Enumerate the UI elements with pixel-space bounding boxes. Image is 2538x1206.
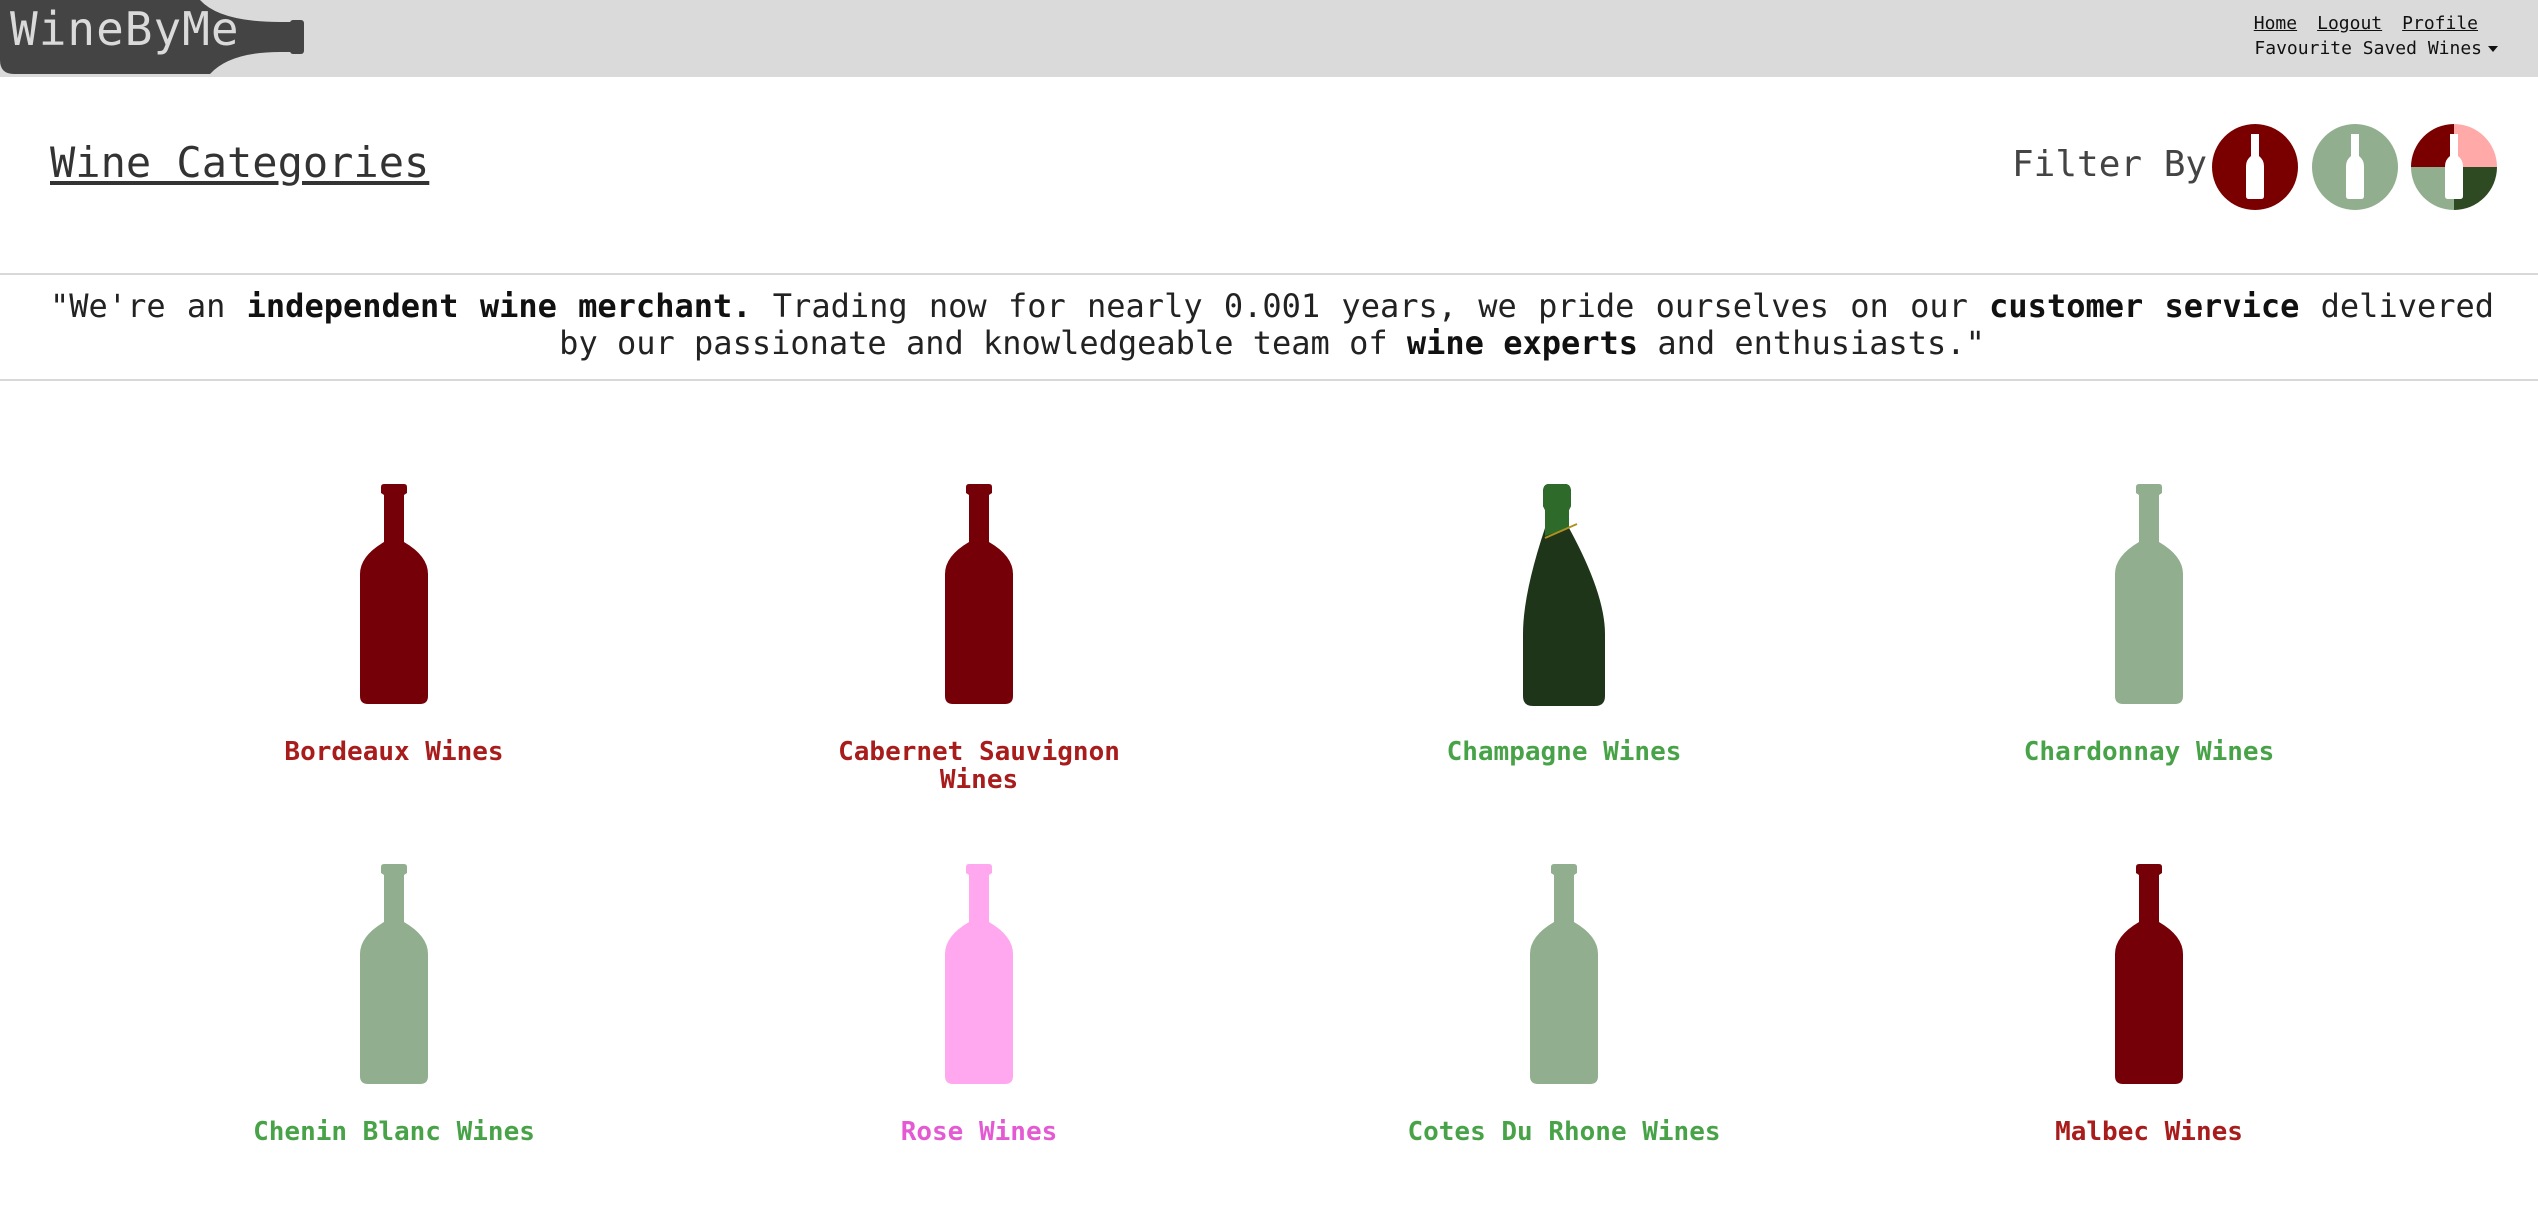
favourites-dropdown-label: Favourite Saved Wines <box>2254 38 2482 59</box>
red-wine-bottle-icon <box>360 484 428 704</box>
category-champagne-wines[interactable]: Champagne Wines <box>1394 484 1734 766</box>
white-wine-bottle-icon <box>2115 484 2183 704</box>
category-chardonnay-wines[interactable]: Chardonnay Wines <box>1979 484 2319 766</box>
white-wine-bottle-icon <box>2346 134 2364 199</box>
quote-text-2: Trading now for nearly 0.001 years, we p… <box>751 287 1990 325</box>
nav-links: Home Logout Profile <box>2254 13 2478 34</box>
category-malbec-wines[interactable]: Malbec Wines <box>1979 864 2319 1146</box>
quote-text-4: and enthusiasts." <box>1638 324 1985 362</box>
category-rose-wines[interactable]: Rose Wines <box>809 864 1149 1146</box>
page-title: Wine Categories <box>50 138 430 187</box>
white-wine-bottle-icon <box>1530 864 1598 1084</box>
logo-text: WineByMe <box>10 2 240 56</box>
category-label: Chenin Blanc Wines <box>253 1117 535 1147</box>
red-wine-bottle-icon <box>2115 864 2183 1084</box>
red-wine-bottle-icon <box>2246 134 2264 199</box>
quote-text-1: "We're an <box>50 287 247 325</box>
category-bordeaux-wines[interactable]: Bordeaux Wines <box>224 484 564 766</box>
rose-wine-bottle-icon <box>945 864 1013 1084</box>
filter-label: Filter By. <box>2012 144 2229 185</box>
quote-bold-3: wine experts <box>1406 324 1639 362</box>
category-cabernet-sauvignon-wines[interactable]: Cabernet Sauvignon Wines <box>809 484 1149 794</box>
red-wine-bottle-icon <box>945 484 1013 704</box>
chevron-down-icon <box>2488 46 2498 52</box>
filter-red-button[interactable] <box>2212 124 2298 210</box>
logo[interactable]: WineByMe <box>0 0 310 77</box>
category-cotes-du-rhone-wines[interactable]: Cotes Du Rhone Wines <box>1394 864 1734 1146</box>
favourites-dropdown[interactable]: Favourite Saved Wines <box>2254 38 2498 59</box>
nav-home-link[interactable]: Home <box>2254 13 2297 34</box>
filter-all-button[interactable] <box>2411 124 2497 210</box>
category-label: Cabernet Sauvignon Wines <box>838 737 1120 795</box>
merchant-quote: "We're an independent wine merchant. Tra… <box>50 288 2494 362</box>
divider-top <box>0 273 2538 275</box>
mixed-wine-bottle-icon <box>2411 124 2497 210</box>
sparkling-wine-bottle-icon <box>1523 484 1605 706</box>
quote-bold-1: independent wine merchant. <box>246 287 752 325</box>
navbar: WineByMe Home Logout Profile Favourite S… <box>0 0 2538 77</box>
category-label: Bordeaux Wines <box>284 737 504 767</box>
category-label: Chardonnay Wines <box>2023 737 2275 767</box>
nav-logout-link[interactable]: Logout <box>2317 13 2382 34</box>
category-label: Rose Wines <box>900 1117 1058 1147</box>
category-label: Cotes Du Rhone Wines <box>1407 1117 1721 1147</box>
divider-bottom <box>0 379 2538 381</box>
category-label: Champagne Wines <box>1446 737 1682 767</box>
category-chenin-blanc-wines[interactable]: Chenin Blanc Wines <box>224 864 564 1146</box>
white-wine-bottle-icon <box>360 864 428 1084</box>
quote-bold-2: customer service <box>1989 287 2300 325</box>
nav-profile-link[interactable]: Profile <box>2402 13 2478 34</box>
filter-white-button[interactable] <box>2312 124 2398 210</box>
category-label: Malbec Wines <box>2055 1117 2243 1147</box>
